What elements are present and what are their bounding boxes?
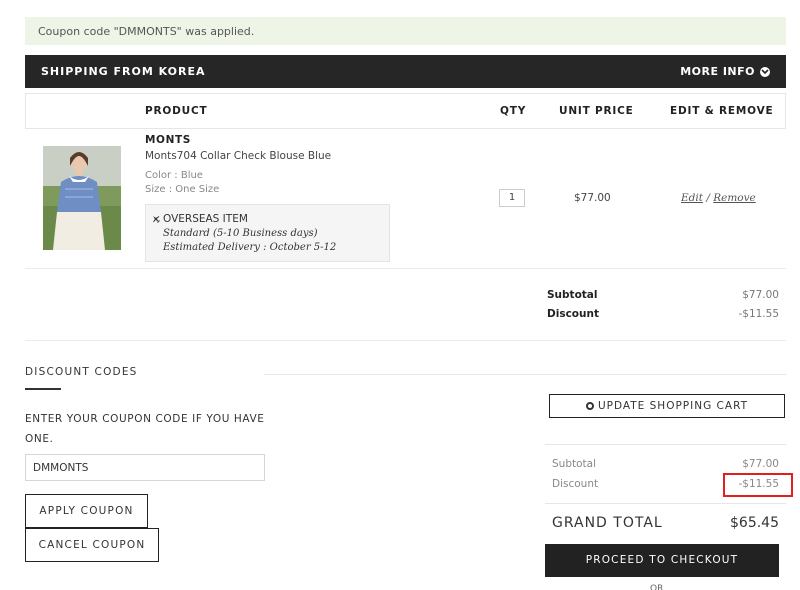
discount-highlight-box <box>723 473 793 497</box>
quantity-input[interactable]: 1 <box>499 189 525 207</box>
edit-link[interactable]: Edit <box>681 192 703 204</box>
update-shopping-cart-button[interactable]: UPDATE SHOPPING CART <box>549 394 785 418</box>
item-row-divider <box>25 268 786 269</box>
section-rule <box>264 374 786 375</box>
more-info-button[interactable]: MORE INFO <box>680 65 770 78</box>
or-divider-text: OR <box>650 584 664 590</box>
product-size: Size : One Size <box>145 184 220 195</box>
item-subtotal-label: Subtotal <box>547 289 598 301</box>
totals-top-rule <box>545 444 786 445</box>
estimated-delivery: Estimated Delivery : October 5-12 <box>163 242 337 253</box>
unit-price-column-header: UNIT PRICE <box>559 105 634 117</box>
shipping-method: Standard (5-10 Business days) <box>163 228 318 239</box>
shipping-title: SHIPPING FROM KOREA <box>41 65 206 78</box>
totals-bottom-rule <box>545 503 786 504</box>
discount-codes-heading: DISCOUNT CODES <box>25 366 138 378</box>
edit-remove-separator: / <box>706 192 710 204</box>
product-color: Color : Blue <box>145 170 203 181</box>
cart-subtotal-value: $77.00 <box>742 458 779 470</box>
grand-total-label: GRAND TOTAL <box>552 515 663 531</box>
summary-divider <box>25 340 786 341</box>
unit-price: $77.00 <box>574 192 611 204</box>
shipping-bar: SHIPPING FROM KOREA MORE INFO <box>25 55 786 88</box>
product-name[interactable]: Monts704 Collar Check Blouse Blue <box>145 150 331 162</box>
apply-coupon-button[interactable]: APPLY COUPON <box>25 494 148 528</box>
chevron-down-icon <box>760 66 770 77</box>
coupon-code-input[interactable]: DMMONTS <box>25 454 265 481</box>
airplane-icon <box>153 216 160 223</box>
cart-subtotal-label: Subtotal <box>552 458 596 470</box>
product-brand: MONTS <box>145 134 191 146</box>
qty-column-header: QTY <box>500 105 527 117</box>
item-subtotal-value: $77.00 <box>742 289 779 301</box>
edit-remove-column-header: EDIT & REMOVE <box>670 105 774 117</box>
cart-discount-label: Discount <box>552 478 599 490</box>
heading-underline <box>25 388 61 390</box>
coupon-instructions: ENTER YOUR COUPON CODE IF YOU HAVE ONE. <box>25 413 265 445</box>
remove-link[interactable]: Remove <box>713 192 756 204</box>
edit-remove-links: Edit / Remove <box>681 192 756 204</box>
product-column-header: PRODUCT <box>145 105 208 117</box>
overseas-title: OVERSEAS ITEM <box>152 213 248 225</box>
proceed-to-checkout-button[interactable]: PROCEED TO CHECKOUT <box>545 544 779 577</box>
update-cart-label: UPDATE SHOPPING CART <box>597 400 749 412</box>
item-discount-label: Discount <box>547 308 599 320</box>
cart-table-header: PRODUCT QTY UNIT PRICE EDIT & REMOVE <box>25 93 786 129</box>
notice-text: Coupon code "DMMONTS" was applied. <box>38 25 255 38</box>
item-discount-value: -$11.55 <box>738 308 779 320</box>
grand-total-value: $65.45 <box>730 515 779 531</box>
cancel-coupon-button[interactable]: CANCEL COUPON <box>25 528 159 562</box>
more-info-label: MORE INFO <box>680 65 755 78</box>
coupon-applied-notice: Coupon code "DMMONTS" was applied. <box>25 17 786 45</box>
overseas-item-box: OVERSEAS ITEM Standard (5-10 Business da… <box>145 204 390 262</box>
overseas-title-text: OVERSEAS ITEM <box>163 213 248 225</box>
product-image[interactable] <box>43 146 121 250</box>
refresh-icon <box>585 402 594 410</box>
